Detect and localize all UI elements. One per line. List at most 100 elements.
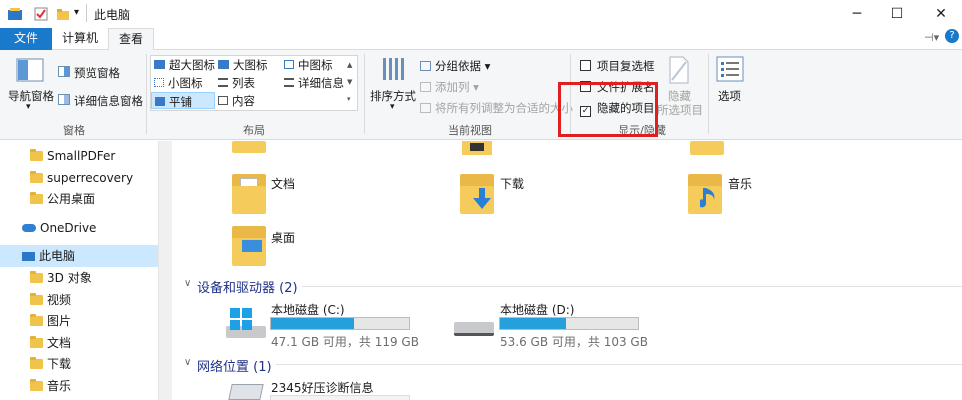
nav-item-label: 视频 <box>47 293 72 307</box>
drive-body <box>454 322 494 336</box>
network-drive-icon <box>228 384 264 400</box>
list-icon <box>218 78 228 87</box>
nav-pane-icon <box>16 58 44 82</box>
extra-large-icons-label: 超大图标 <box>169 58 215 72</box>
details-label: 详细信息 <box>298 76 344 90</box>
small-icons-icon <box>154 78 164 87</box>
small-icons-label: 小图标 <box>168 76 203 90</box>
network-section-title[interactable]: 网络位置 (1) <box>197 356 272 375</box>
drive-usage-bar-fill <box>500 318 567 329</box>
nav-item-public-desktop[interactable]: 公用桌面 <box>0 188 158 210</box>
network-location-name: 2345好压诊断信息 <box>271 381 374 395</box>
content-label: 内容 <box>232 94 255 108</box>
properties-icon[interactable] <box>34 7 48 21</box>
network-location-item[interactable] <box>226 382 266 400</box>
layout-details[interactable]: 详细信息 <box>284 75 344 91</box>
pin-ribbon-icon[interactable]: ⊣▾ <box>924 31 939 44</box>
item-checkboxes-toggle[interactable]: 项目复选框 <box>580 58 655 74</box>
help-icon[interactable]: ? <box>945 29 959 43</box>
ribbon-separator <box>708 54 709 134</box>
layout-tiles[interactable]: 平铺 <box>151 92 215 109</box>
layout-small-icons[interactable]: 小图标 <box>154 75 203 91</box>
folder-icon <box>30 314 43 326</box>
tab-computer[interactable]: 计算机 <box>56 28 104 50</box>
item-checkboxes-checkbox[interactable] <box>580 60 591 71</box>
folder-icon <box>30 192 43 204</box>
folder-music[interactable] <box>688 172 722 214</box>
network-section-divider <box>276 364 962 365</box>
nav-item-superrecovery[interactable]: superrecovery <box>0 167 158 189</box>
nav-item-music[interactable]: 音乐 <box>0 375 158 397</box>
nav-item-label: OneDrive <box>40 221 97 235</box>
nav-item-downloads[interactable]: 下载 <box>0 353 158 375</box>
fit-columns-label: 将所有列调整为合适的大小 <box>435 101 573 115</box>
hidden-items-highlight-box <box>558 82 658 137</box>
large-icons-icon <box>218 60 229 69</box>
list-label: 列表 <box>232 76 255 90</box>
tab-file[interactable]: 文件 <box>0 28 52 50</box>
title-bar: ▾ 此电脑 ─ ☐ ✕ <box>0 0 962 28</box>
new-folder-icon[interactable] <box>56 7 70 21</box>
maximize-button[interactable]: ☐ <box>874 0 920 28</box>
layout-extra-large-icons[interactable]: 超大图标 <box>154 57 215 73</box>
options-button[interactable]: 选项 <box>712 56 748 106</box>
qat-dropdown-icon[interactable]: ▾ <box>74 7 79 18</box>
options-label: 选项 <box>718 89 741 103</box>
network-collapse-chevron-icon[interactable]: ∨ <box>184 357 191 368</box>
nav-item-onedrive[interactable]: OneDrive <box>0 217 158 239</box>
devices-collapse-chevron-icon[interactable]: ∨ <box>184 278 191 289</box>
network-usage-bar <box>270 395 410 400</box>
nav-item-documents[interactable]: 文档 <box>0 332 158 354</box>
explorer-icon <box>8 8 22 20</box>
fit-columns-button[interactable]: 将所有列调整为合适的大小 <box>420 100 573 116</box>
nav-pane-scrollbar[interactable] <box>158 141 172 400</box>
tiles-icon <box>155 97 165 106</box>
nav-item-label: superrecovery <box>47 171 134 185</box>
folder-label: 文档 <box>271 177 296 191</box>
drive-name: 本地磁盘 (D:) <box>500 303 575 317</box>
add-column-button[interactable]: 添加列 ▾ <box>420 79 479 95</box>
folder-icon[interactable] <box>462 141 492 155</box>
nav-item-3d-objects[interactable]: 3D 对象 <box>0 267 158 289</box>
folder-downloads[interactable] <box>460 172 494 214</box>
drive-c[interactable] <box>226 306 266 342</box>
drive-free-space: 47.1 GB 可用，共 119 GB <box>271 335 419 349</box>
folder-documents[interactable] <box>232 172 266 214</box>
film-icon <box>470 143 484 151</box>
nav-pane-label: 导航窗格 <box>8 89 54 103</box>
qat-divider <box>86 4 87 22</box>
nav-item-label: 3D 对象 <box>47 271 92 285</box>
tab-view[interactable]: 查看 <box>108 28 154 50</box>
devices-section-title[interactable]: 设备和驱动器 (2) <box>197 277 298 296</box>
layout-list[interactable]: 列表 <box>218 75 255 91</box>
add-column-label: 添加列 <box>435 80 470 94</box>
group-by-button[interactable]: 分组依据 ▾ <box>420 58 490 74</box>
nav-item-label: 此电脑 <box>39 249 76 263</box>
nav-pane-button[interactable]: 导航窗格 ▾ <box>6 56 54 120</box>
folder-icon[interactable] <box>232 141 266 153</box>
folder-icon[interactable] <box>690 141 724 155</box>
cloud-icon <box>22 224 36 232</box>
sort-by-button[interactable]: 排序方式 ▾ <box>370 56 416 116</box>
content-icon <box>218 96 228 105</box>
folder-label: 下载 <box>500 177 525 191</box>
item-checkboxes-label: 项目复选框 <box>597 59 655 73</box>
hide-selected-button[interactable]: 隐藏 所选项目 <box>657 56 703 117</box>
ribbon-separator <box>146 54 147 134</box>
folder-icon <box>30 171 43 183</box>
nav-item-videos[interactable]: 视频 <box>0 289 158 311</box>
drive-d[interactable] <box>454 318 494 342</box>
folder-desktop[interactable] <box>232 224 266 266</box>
folder-label: 音乐 <box>728 177 753 191</box>
layout-gallery-scroll[interactable]: ▲ ▼ ▾ <box>347 57 352 108</box>
layout-content[interactable]: 内容 <box>218 93 255 109</box>
layout-large-icons[interactable]: 大图标 <box>218 57 268 73</box>
layout-medium-icons[interactable]: 中图标 <box>284 57 333 73</box>
nav-pane-dropdown-icon: ▾ <box>26 102 31 112</box>
options-icon <box>716 56 744 82</box>
nav-item-smallpdfer[interactable]: SmallPDFer <box>0 145 158 167</box>
computer-icon <box>22 252 35 261</box>
close-button[interactable]: ✕ <box>918 0 962 28</box>
nav-item-this-pc[interactable]: 此电脑 <box>0 245 158 267</box>
nav-item-pictures[interactable]: 图片 <box>0 310 158 332</box>
